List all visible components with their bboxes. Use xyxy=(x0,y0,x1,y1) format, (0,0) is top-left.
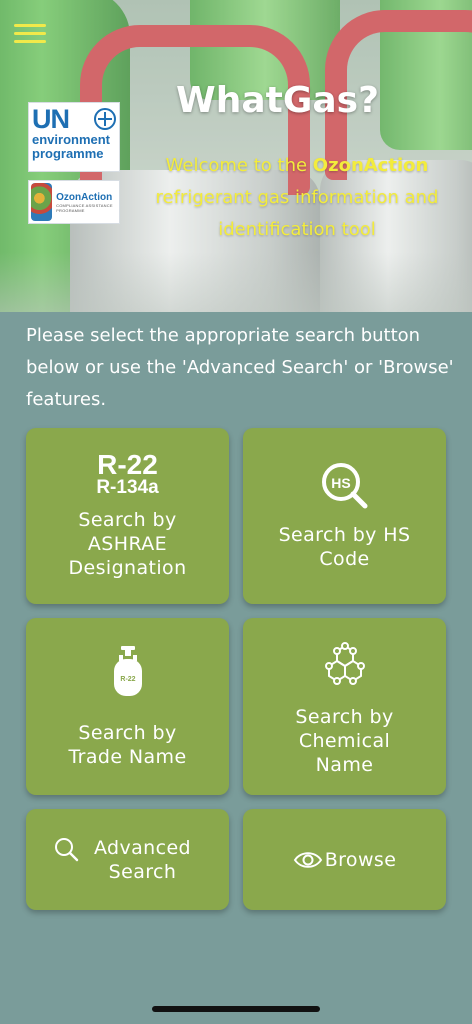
app-title: WhatGas? xyxy=(176,80,379,121)
search-icon xyxy=(54,837,78,861)
welcome-brand: OzonAction xyxy=(312,155,429,176)
browse-button[interactable]: Browse xyxy=(243,809,446,910)
welcome-post: refrigerant gas information and identifi… xyxy=(155,187,439,240)
un-mark: UN xyxy=(32,104,70,134)
search-by-ashrae-button[interactable]: R-22 R-134a Search by ASHRAE Designation xyxy=(26,428,229,604)
refrigerant-code-icon: R-22 R-134a xyxy=(96,449,159,498)
search-by-chemical-name-button[interactable]: Search by Chemical Name xyxy=(243,618,446,795)
un-environment-logo: UN environment programme xyxy=(28,102,120,172)
hs-icon-text: HS xyxy=(331,475,350,491)
ozonaction-logo: OzonAction COMPLIANCE ASSISTANCE PROGRAM… xyxy=(28,180,120,224)
hero-banner: UN environment programme OzonAction COMP… xyxy=(0,0,472,312)
ozonaction-logo-name: OzonAction xyxy=(56,191,113,203)
home-indicator[interactable] xyxy=(152,1006,320,1012)
gas-cylinder-icon: R-22 xyxy=(113,645,142,696)
refrigerant-code-small: R-134a xyxy=(96,477,159,498)
un-globe-icon xyxy=(94,108,116,130)
un-logo-line: environment xyxy=(32,132,111,147)
welcome-pre: Welcome to the xyxy=(165,155,313,176)
welcome-text: Welcome to the OzonAction refrigerant ga… xyxy=(138,150,456,246)
search-by-hs-code-button[interactable]: HS Search by HS Code xyxy=(243,428,446,604)
tile-label: Search by Chemical Name xyxy=(295,705,394,776)
tile-label: Search by Trade Name xyxy=(68,721,187,768)
hero-shade xyxy=(0,252,472,312)
intro-text: Please select the appropriate search but… xyxy=(26,325,454,410)
advanced-search-button[interactable]: Advanced Search xyxy=(26,809,229,910)
un-logo-line: programme xyxy=(32,146,104,161)
molecule-icon xyxy=(324,641,365,685)
cylinder-icon-text: R-22 xyxy=(120,676,135,683)
ozonaction-emblem-icon xyxy=(31,183,53,221)
tile-label: Search by HS Code xyxy=(278,524,411,570)
hs-search-icon: HS xyxy=(321,463,367,509)
menu-icon[interactable] xyxy=(14,24,46,48)
search-by-trade-name-button[interactable]: R-22 Search by Trade Name xyxy=(26,618,229,795)
tile-label: Search by ASHRAE Designation xyxy=(68,509,187,579)
tile-label: Advanced Search xyxy=(93,836,192,883)
tile-label: Browse xyxy=(324,848,397,871)
refrigerant-code-big: R-22 xyxy=(97,449,158,480)
eye-icon xyxy=(293,851,322,868)
ozonaction-logo-sub: COMPLIANCE ASSISTANCE PROGRAMME xyxy=(56,202,113,213)
